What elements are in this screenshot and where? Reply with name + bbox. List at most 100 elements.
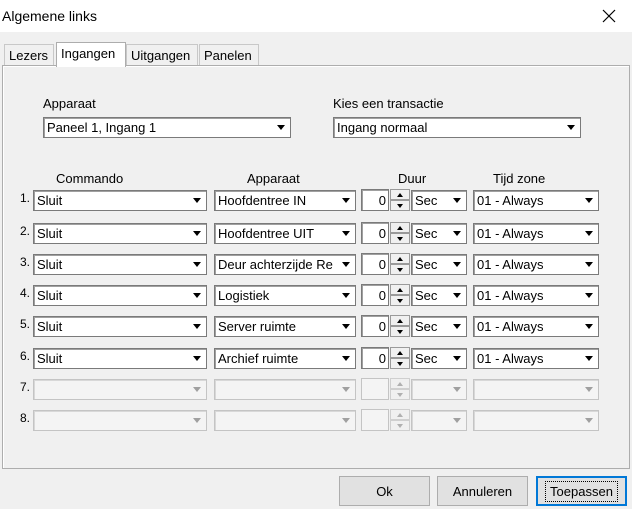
spin-up-icon[interactable]: [390, 253, 410, 264]
chevron-down-icon: [580, 192, 597, 209]
spin-up-icon[interactable]: [390, 378, 410, 389]
duur-input[interactable]: 0: [361, 315, 389, 337]
column-header-tijdzone: Tijd zone: [493, 171, 546, 186]
commando-select[interactable]: Sluit: [33, 223, 207, 244]
chevron-down-icon: [337, 412, 354, 429]
tab-panelen[interactable]: Panelen: [199, 44, 259, 66]
spin-down-icon[interactable]: [390, 326, 410, 337]
chevron-down-icon: [448, 225, 465, 242]
duur-input[interactable]: 0: [361, 347, 389, 369]
apparaat-row-select[interactable]: Hoofdentree IN: [214, 190, 356, 211]
duur-unit-select[interactable]: [411, 410, 467, 431]
commando-select[interactable]: [33, 410, 207, 431]
apparaat-row-select[interactable]: [214, 410, 356, 431]
duur-unit-select[interactable]: Sec: [411, 223, 467, 244]
commando-select[interactable]: Sluit: [33, 348, 207, 369]
chevron-down-icon: [448, 192, 465, 209]
tijdzone-select[interactable]: 01 - Always: [473, 254, 599, 275]
apparaat-row-select[interactable]: Logistiek: [214, 285, 356, 306]
duur-unit-select[interactable]: [411, 379, 467, 400]
duur-spinner[interactable]: [390, 378, 410, 400]
chevron-down-icon: [337, 350, 354, 367]
spin-up-icon[interactable]: [390, 284, 410, 295]
tijdzone-select[interactable]: 01 - Always: [473, 316, 599, 337]
row-number: 1.: [20, 191, 31, 205]
close-button[interactable]: [586, 0, 632, 32]
apparaat-row-select[interactable]: Archief ruimte: [214, 348, 356, 369]
commando-select[interactable]: Sluit: [33, 316, 207, 337]
chevron-down-icon: [448, 256, 465, 273]
commando-select[interactable]: Sluit: [33, 285, 207, 306]
duur-input[interactable]: 0: [361, 284, 389, 306]
commando-select[interactable]: Sluit: [33, 254, 207, 275]
chevron-down-icon: [188, 350, 205, 367]
chevron-down-icon: [188, 287, 205, 304]
tijdzone-select[interactable]: 01 - Always: [473, 223, 599, 244]
chevron-down-icon: [580, 381, 597, 398]
chevron-down-icon: [188, 412, 205, 429]
duur-input[interactable]: 0: [361, 222, 389, 244]
chevron-down-icon: [337, 225, 354, 242]
apparaat-row-select[interactable]: Hoofdentree UIT: [214, 223, 356, 244]
duur-input[interactable]: 0: [361, 253, 389, 275]
duur-input[interactable]: [361, 409, 389, 431]
chevron-down-icon: [448, 318, 465, 335]
apparaat-row-select[interactable]: Server ruimte: [214, 316, 356, 337]
duur-unit-select[interactable]: Sec: [411, 190, 467, 211]
chevron-down-icon: [580, 318, 597, 335]
spin-down-icon[interactable]: [390, 420, 410, 431]
chevron-down-icon: [337, 287, 354, 304]
duur-spinner[interactable]: [390, 347, 410, 369]
spin-down-icon[interactable]: [390, 233, 410, 244]
chevron-down-icon: [188, 256, 205, 273]
ok-button[interactable]: Ok: [339, 476, 430, 506]
spin-down-icon[interactable]: [390, 264, 410, 275]
duur-spinner[interactable]: [390, 409, 410, 431]
tijdzone-select[interactable]: 01 - Always: [473, 348, 599, 369]
commando-select[interactable]: Sluit: [33, 190, 207, 211]
duur-spinner[interactable]: [390, 222, 410, 244]
commando-select[interactable]: [33, 379, 207, 400]
chevron-down-icon: [337, 318, 354, 335]
row-number: 2.: [20, 224, 31, 238]
spin-up-icon[interactable]: [390, 347, 410, 358]
duur-unit-select[interactable]: Sec: [411, 254, 467, 275]
chevron-down-icon: [188, 381, 205, 398]
spin-down-icon[interactable]: [390, 200, 410, 211]
chevron-down-icon: [188, 225, 205, 242]
apply-button[interactable]: Toepassen: [536, 476, 627, 506]
spin-up-icon[interactable]: [390, 315, 410, 326]
duur-unit-select[interactable]: Sec: [411, 285, 467, 306]
spin-down-icon[interactable]: [390, 389, 410, 400]
chevron-down-icon: [188, 192, 205, 209]
spin-up-icon[interactable]: [390, 409, 410, 420]
tab-lezers[interactable]: Lezers: [4, 44, 54, 66]
tab-uitgangen[interactable]: Uitgangen: [126, 44, 198, 66]
apparaat-select[interactable]: Paneel 1, Ingang 1: [43, 117, 291, 138]
tijdzone-select[interactable]: [473, 379, 599, 400]
duur-spinner[interactable]: [390, 189, 410, 211]
tijdzone-select[interactable]: 01 - Always: [473, 190, 599, 211]
apparaat-row-select[interactable]: [214, 379, 356, 400]
chevron-down-icon: [580, 287, 597, 304]
chevron-down-icon: [580, 412, 597, 429]
cancel-button[interactable]: Annuleren: [437, 476, 528, 506]
spin-up-icon[interactable]: [390, 189, 410, 200]
tijdzone-select[interactable]: 01 - Always: [473, 285, 599, 306]
duur-unit-select[interactable]: Sec: [411, 348, 467, 369]
spin-up-icon[interactable]: [390, 222, 410, 233]
spin-down-icon[interactable]: [390, 295, 410, 306]
spin-down-icon[interactable]: [390, 358, 410, 369]
row-number: 5.: [20, 317, 31, 331]
apparaat-row-select[interactable]: Deur achterzijde Re: [214, 254, 356, 275]
transactie-select[interactable]: Ingang normaal: [333, 117, 581, 138]
duur-unit-select[interactable]: Sec: [411, 316, 467, 337]
duur-spinner[interactable]: [390, 253, 410, 275]
chevron-down-icon: [337, 256, 354, 273]
tab-ingangen[interactable]: Ingangen: [56, 42, 126, 67]
duur-input[interactable]: [361, 378, 389, 400]
tijdzone-select[interactable]: [473, 410, 599, 431]
duur-spinner[interactable]: [390, 284, 410, 306]
duur-spinner[interactable]: [390, 315, 410, 337]
duur-input[interactable]: 0: [361, 189, 389, 211]
